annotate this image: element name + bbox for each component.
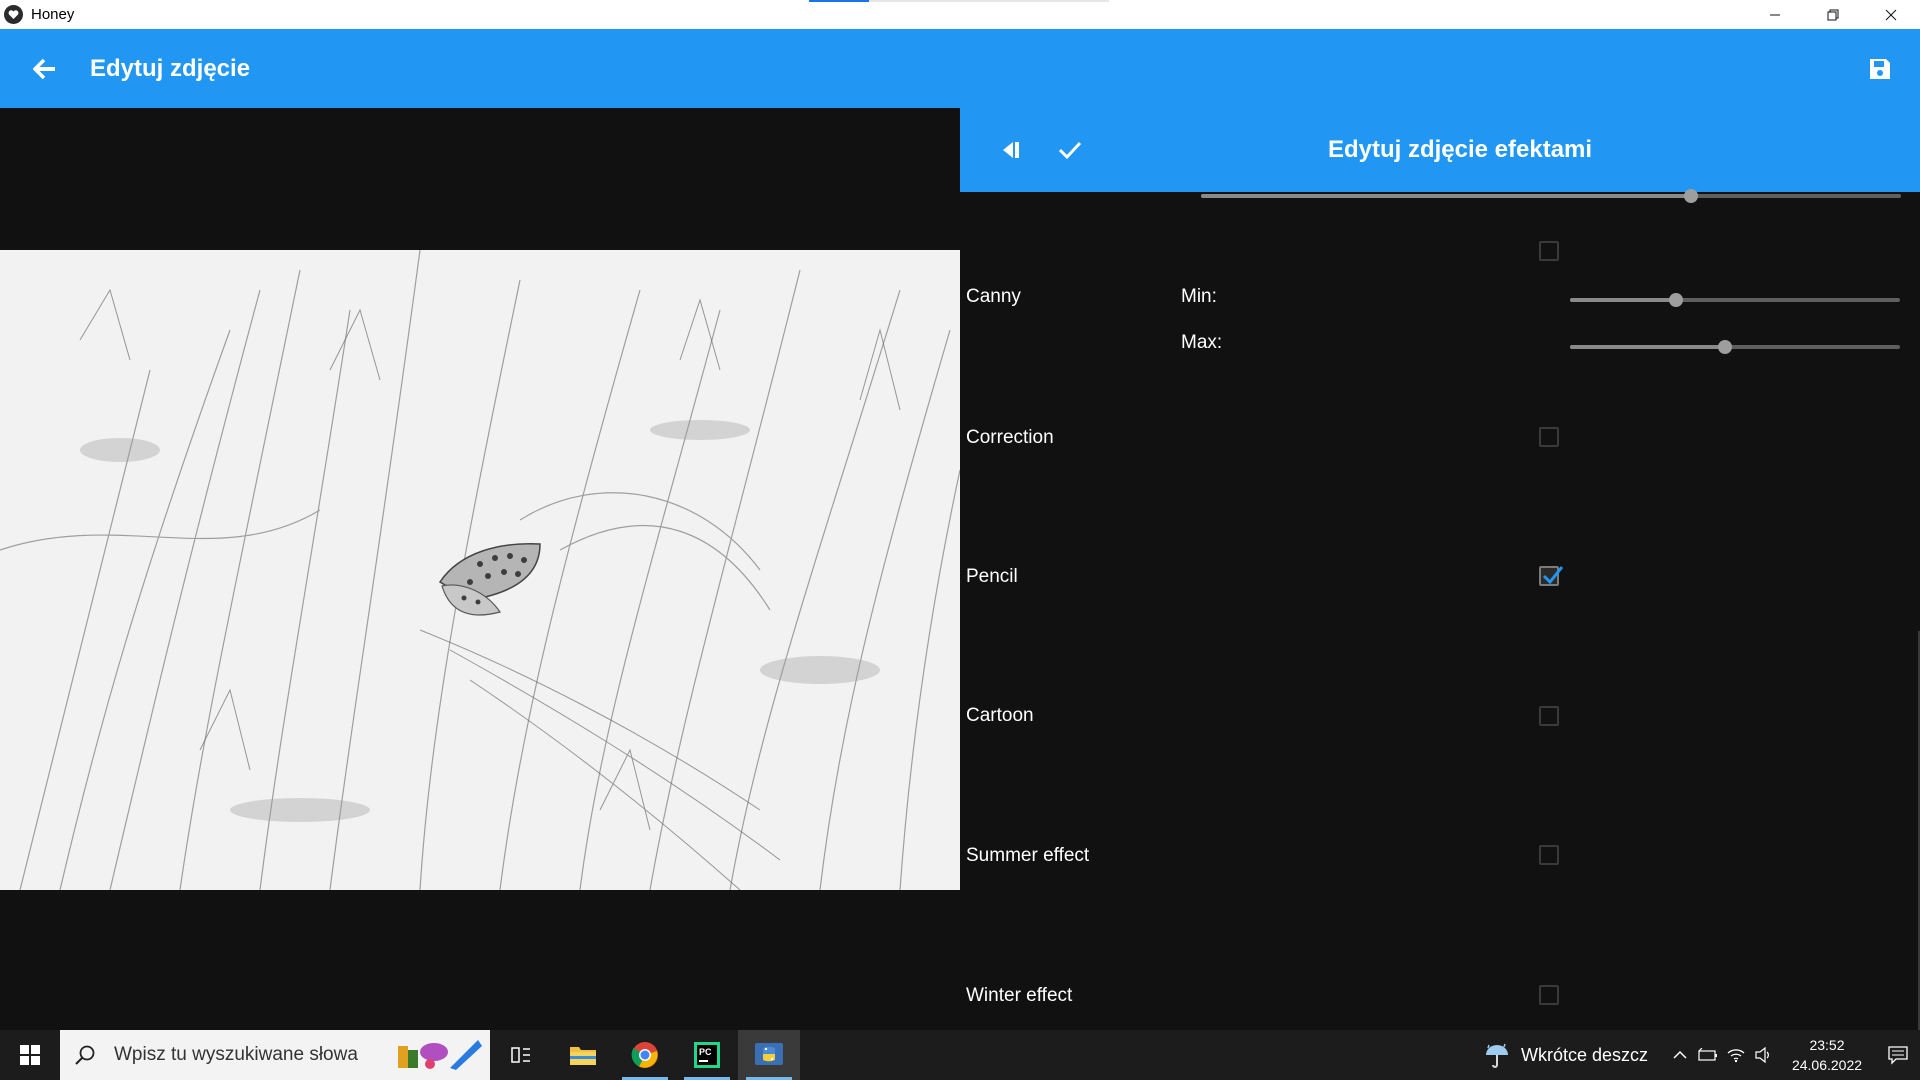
pencil-sketch-image: [0, 250, 960, 890]
taskbar-search[interactable]: Wpisz tu wyszukiwane słowa: [60, 1030, 490, 1080]
tab-indicator-inactive: [869, 0, 1109, 2]
pycharm-button[interactable]: PC: [676, 1030, 738, 1080]
winter-effect-checkbox[interactable]: [1539, 985, 1559, 1005]
battery-button[interactable]: [1694, 1030, 1722, 1080]
save-button[interactable]: [1860, 49, 1900, 89]
app-header: Edytuj zdjęcie: [0, 29, 1920, 108]
effect-label-winter: Winter effect: [966, 985, 1073, 1006]
slider-thumb[interactable]: [1684, 189, 1698, 203]
pencil-checkbox[interactable]: [1539, 566, 1564, 586]
tab-indicator: [809, 0, 869, 2]
wifi-icon: [1727, 1049, 1745, 1063]
python-icon: [755, 1043, 783, 1065]
effects-panel-header: Edytuj zdjęcie efektami: [960, 108, 1920, 192]
window-titlebar: Honey: [0, 0, 1920, 29]
search-placeholder: Wpisz tu wyszukiwane słowa: [114, 1044, 358, 1065]
search-icon: [75, 1045, 95, 1065]
chevron-up-icon: [1673, 1050, 1687, 1059]
file-explorer-icon: [570, 1047, 596, 1065]
start-button[interactable]: [0, 1030, 60, 1080]
effect-label-pencil: Pencil: [966, 566, 1018, 587]
restore-icon: [1827, 9, 1839, 20]
floppy-disk-icon: [1870, 59, 1890, 79]
back-button[interactable]: [0, 29, 90, 108]
effect-label-correction: Correction: [966, 427, 1054, 448]
summer-effect-checkbox[interactable]: [1539, 845, 1559, 865]
slider-fill: [1570, 298, 1676, 302]
windows-taskbar: Wpisz tu wyszukiwane słowa PC Wkrótce de…: [0, 1030, 1920, 1080]
clock-date: 24.06.2022: [1791, 1057, 1863, 1073]
close-button[interactable]: [1862, 0, 1920, 29]
canny-min-slider[interactable]: [1570, 293, 1900, 307]
effect-checkbox-0[interactable]: [1539, 241, 1559, 261]
checkmark-icon: [1542, 566, 1564, 585]
collapse-panel-button[interactable]: [990, 130, 1030, 170]
system-tray: Wkrótce deszcz 23:52 24.06.2022: [1483, 1030, 1920, 1080]
restore-button[interactable]: [1804, 0, 1862, 29]
window-title: Honey: [31, 6, 75, 23]
correction-checkbox[interactable]: [1539, 427, 1559, 447]
slider-fill: [1201, 194, 1691, 198]
edited-photo: [0, 250, 960, 890]
honey-logo-icon: [4, 5, 23, 24]
windows-logo-icon: [20, 1045, 40, 1065]
search-highlight-illustration-icon: [398, 1040, 482, 1070]
effect-label-canny: Canny: [966, 286, 1021, 307]
weather-text: Wkrótce deszcz: [1520, 1044, 1648, 1065]
checkmark-icon: [1058, 141, 1082, 160]
slider-thumb[interactable]: [1669, 293, 1683, 307]
effects-panel: Edytuj zdjęcie efektami Canny Min: Max: …: [960, 108, 1920, 1051]
svg-text:PC: PC: [699, 1047, 712, 1057]
pycharm-icon: PC: [694, 1042, 720, 1068]
page-title: Edytuj zdjęcie: [90, 54, 251, 82]
umbrella-rain-icon: [1485, 1043, 1508, 1068]
clock-time: 23:52: [1809, 1037, 1845, 1053]
collapse-left-icon: [1003, 142, 1019, 158]
task-view-icon: [511, 1047, 530, 1063]
canny-max-label: Max:: [1181, 332, 1223, 353]
show-hidden-icons-button[interactable]: [1666, 1030, 1694, 1080]
slider-fill: [1570, 345, 1725, 349]
chrome-icon: [631, 1042, 658, 1068]
minimize-icon: [1770, 14, 1780, 15]
minimize-button[interactable]: [1746, 0, 1804, 29]
arrow-left-icon: [33, 58, 55, 79]
speaker-icon: [1755, 1047, 1769, 1063]
effect-label-cartoon: Cartoon: [966, 705, 1034, 726]
notification-center-button[interactable]: [1876, 1030, 1920, 1080]
image-preview-area: [0, 108, 960, 1030]
canny-min-label: Min:: [1181, 286, 1217, 307]
clock[interactable]: 23:52 24.06.2022: [1784, 1035, 1870, 1075]
effect-label-summer: Summer effect: [966, 845, 1090, 866]
notification-icon: [1888, 1046, 1908, 1065]
cartoon-checkbox[interactable]: [1539, 706, 1559, 726]
canny-max-slider[interactable]: [1570, 340, 1900, 354]
slider-thumb[interactable]: [1718, 340, 1732, 354]
chrome-button[interactable]: [614, 1030, 676, 1080]
weather-widget[interactable]: Wkrótce deszcz: [1483, 1041, 1648, 1069]
python-app-button[interactable]: [738, 1030, 800, 1080]
file-explorer-button[interactable]: [552, 1030, 614, 1080]
task-view-button[interactable]: [490, 1030, 552, 1080]
volume-button[interactable]: [1750, 1030, 1778, 1080]
effects-panel-title: Edytuj zdjęcie efektami: [1327, 136, 1593, 163]
battery-icon: [1698, 1048, 1717, 1061]
effect-strength-slider[interactable]: [1201, 189, 1901, 203]
network-button[interactable]: [1722, 1030, 1750, 1080]
window-controls: [1746, 0, 1920, 29]
close-icon: [1885, 9, 1897, 20]
apply-button[interactable]: [1050, 130, 1090, 170]
